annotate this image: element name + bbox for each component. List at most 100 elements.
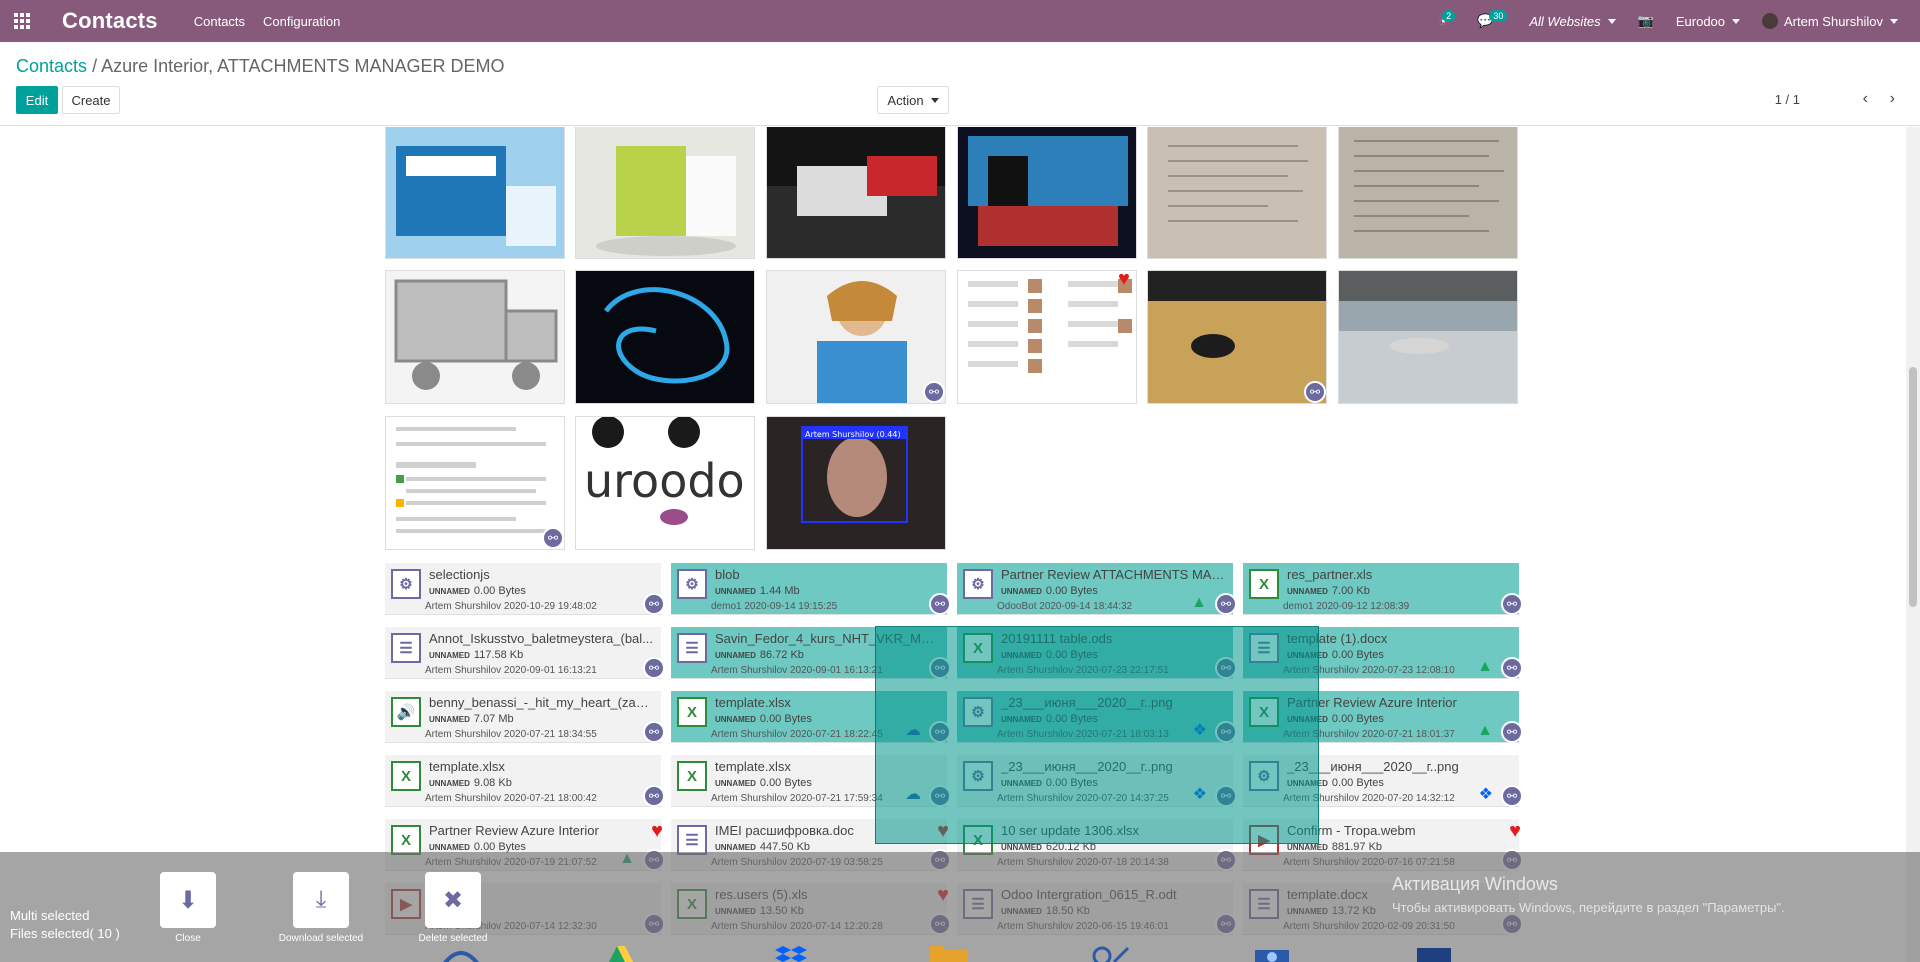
attachment-card[interactable]: ⚙ Partner Review ATTACHMENTS MAN... UNNAME…: [957, 563, 1237, 615]
attachment-name: Confirm - Tropa.webm: [1287, 823, 1416, 838]
image-thumbnail[interactable]: [385, 270, 565, 404]
breadcrumb: Contacts / Azure Interior, ATTACHMENTS M…: [16, 56, 505, 77]
image-thumbnail[interactable]: ♥: [957, 270, 1137, 404]
image-thumbnail[interactable]: [575, 270, 755, 404]
monitor-icon[interactable]: [1413, 946, 1455, 962]
attachment-card[interactable]: ☰ Annot_Iskusstvo_baletmeystera_(bal... UN…: [385, 627, 665, 679]
image-thumbnail[interactable]: Artem Shurshilov (0.44): [766, 416, 946, 550]
image-thumbnail[interactable]: [1147, 127, 1327, 259]
gdrive-icon[interactable]: ▲: [1477, 659, 1493, 675]
close-label: Close: [175, 933, 201, 944]
truck-image: [386, 271, 564, 403]
image-thumbnail[interactable]: [766, 127, 946, 259]
attachment-name: Annot_Iskusstvo_baletmeystera_(bal...: [429, 631, 654, 646]
attachment-card[interactable]: ⚙ blob UNNAMED 1.44 Mb demo1 2020-09-14 19:1…: [671, 563, 951, 615]
image-thumbnail[interactable]: [957, 127, 1137, 259]
link-icon[interactable]: ⚯: [643, 593, 665, 615]
favorite-heart-icon[interactable]: ♥: [651, 821, 663, 841]
doc-file-icon: ☰: [391, 633, 421, 663]
exhibition-booth-image: [386, 127, 564, 258]
gear-file-icon: ⚙: [677, 569, 707, 599]
pager-prev-button[interactable]: ‹: [1863, 90, 1868, 108]
link-icon[interactable]: ⚯: [1501, 593, 1523, 615]
gdrive-icon[interactable]: ▲: [1477, 723, 1493, 739]
attachment-size: 0.00 Bytes: [759, 777, 812, 789]
dropbox-icon[interactable]: [767, 946, 809, 962]
camera-button[interactable]: 📷: [1638, 13, 1654, 29]
draw-tool-icon[interactable]: [1090, 946, 1132, 962]
image-thumbnail[interactable]: ⚯: [1147, 270, 1327, 404]
pager-value[interactable]: 1 / 1: [1775, 92, 1800, 107]
attachment-card[interactable]: Xres_partner.xls UNNAMED 7.00 Kb demo1 2020…: [1243, 563, 1523, 615]
attachment-tag: UNNAMED: [429, 651, 470, 660]
link-icon[interactable]: ⚯: [1304, 381, 1326, 403]
menu-configuration[interactable]: Configuration: [263, 14, 340, 29]
delete-selected-button[interactable]: ✖: [425, 872, 481, 928]
favorite-heart-icon[interactable]: ♥: [1118, 271, 1130, 289]
image-thumbnail[interactable]: uroodo: [575, 416, 755, 550]
menu-contacts[interactable]: Contacts: [194, 14, 245, 29]
chevron-down-icon: [1890, 18, 1898, 24]
dropbox-icon[interactable]: ❖: [1479, 787, 1493, 803]
app-brand[interactable]: Contacts: [62, 8, 158, 34]
keyboard-mouse-image: [1148, 271, 1326, 403]
files-selected-count: Files selected( 10 ): [10, 926, 120, 941]
website-switcher[interactable]: All Websites: [1529, 14, 1616, 29]
attachment-size-line: UNNAMED 9.08 Kb: [429, 777, 512, 789]
attachment-size-line: UNNAMED0.00 Bytes: [715, 713, 812, 725]
create-button[interactable]: Create: [62, 86, 120, 114]
attachment-meta: Artem Shurshilov 2020-09-01 16:13:21: [711, 665, 883, 676]
windows-activation-subtitle: Чтобы активировать Windows, перейдите в …: [1392, 900, 1785, 915]
attachment-size-line: UNNAMED 7.00 Kb: [1287, 585, 1370, 597]
windows-activation-title: Активация Windows: [1392, 874, 1558, 894]
link-icon[interactable]: ⚯: [929, 593, 951, 615]
eurodoo-logo-image: uroodo: [576, 417, 754, 549]
pager-next-button[interactable]: ›: [1890, 90, 1895, 108]
attachment-tag: UNNAMED: [1287, 843, 1328, 852]
favorite-heart-icon[interactable]: ♥: [1509, 821, 1521, 841]
company-label: Eurodoo: [1675, 13, 1726, 29]
link-icon[interactable]: ⚯: [923, 381, 945, 403]
activity-button[interactable]: ◔ 2: [1438, 10, 1456, 29]
image-thumbnail[interactable]: [1338, 127, 1518, 259]
attachment-name: Partner Review Azure Interior: [429, 823, 599, 838]
attachment-name: Partner Review Azure Interior: [1287, 695, 1457, 710]
edit-button[interactable]: Edit: [16, 86, 58, 114]
storage-provider-icon[interactable]: [440, 946, 482, 962]
google-drive-icon[interactable]: [596, 946, 638, 962]
link-icon[interactable]: ⚯: [1501, 785, 1523, 807]
image-thumbnail[interactable]: ⚯: [385, 416, 565, 550]
attachment-card[interactable]: Xtemplate.xlsx UNNAMED 9.08 Kb Artem Shursh…: [385, 755, 665, 807]
link-icon[interactable]: ⚯: [643, 721, 665, 743]
download-selected-button[interactable]: ⤓: [293, 872, 349, 928]
link-icon[interactable]: ⚯: [1501, 657, 1523, 679]
folder-icon[interactable]: [928, 946, 970, 962]
messages-button[interactable]: 💬 30: [1477, 10, 1508, 29]
scrollbar[interactable]: [1906, 127, 1920, 962]
company-switcher[interactable]: Eurodoo: [1675, 13, 1741, 29]
gdrive-icon[interactable]: ▲: [1191, 595, 1207, 611]
camera-icon[interactable]: [1251, 946, 1293, 962]
link-icon[interactable]: ⚯: [1215, 593, 1237, 615]
green-booth-image: [576, 127, 754, 258]
image-thumbnail[interactable]: [1338, 270, 1518, 404]
close-button[interactable]: ⬇: [160, 872, 216, 928]
link-icon[interactable]: ⚯: [1501, 721, 1523, 743]
attachment-name: blob: [715, 567, 740, 582]
link-icon[interactable]: ⚯: [542, 527, 564, 549]
breadcrumb-contacts[interactable]: Contacts: [16, 56, 87, 76]
download-selected-label: Download selected: [278, 933, 364, 944]
link-icon[interactable]: ⚯: [643, 785, 665, 807]
attachment-card[interactable]: 🔊 benny_benassi_-_hit_my_heart_(zayc... UN…: [385, 691, 665, 743]
apps-menu-icon[interactable]: [0, 0, 44, 42]
avatar: [1762, 13, 1779, 29]
link-icon[interactable]: ⚯: [643, 657, 665, 679]
attachment-size: 7.00 Kb: [1331, 585, 1370, 597]
action-dropdown[interactable]: Action: [877, 86, 949, 114]
attachment-card[interactable]: ⚙ selectionjs UNNAMED 0.00 Bytes Artem Shurs…: [385, 563, 665, 615]
image-thumbnail[interactable]: [385, 127, 565, 259]
scrollbar-thumb[interactable]: [1909, 367, 1917, 607]
image-thumbnail[interactable]: [575, 127, 755, 259]
user-menu[interactable]: Artem Shurshilov: [1762, 13, 1898, 29]
image-thumbnail[interactable]: ⚯: [766, 270, 946, 404]
